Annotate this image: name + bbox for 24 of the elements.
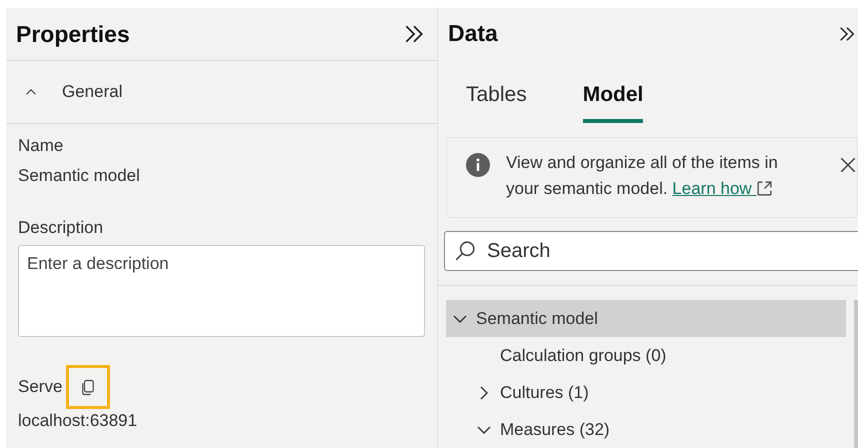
close-icon[interactable] (839, 156, 857, 174)
field-value: localhost:63891 (18, 411, 138, 431)
tab[interactable]: Tables (466, 79, 527, 124)
learn-how-link[interactable]: Learn how (672, 179, 774, 198)
copy-icon (81, 378, 96, 396)
tab[interactable]: Model (582, 79, 644, 124)
info-icon (466, 153, 490, 178)
field-label: Name (18, 136, 64, 156)
search-field[interactable]: Search (444, 231, 858, 271)
banner-text: View and organize all of the items in your semantic model. Learn how (506, 152, 779, 200)
panel-title: Data (448, 20, 498, 48)
external-link-icon (756, 180, 774, 198)
field-label: Serve (18, 377, 62, 397)
field-value: Semantic model (18, 166, 141, 186)
tree-item[interactable]: Measures (32) (446, 411, 846, 448)
search-icon (454, 240, 476, 262)
tree-item[interactable]: Cultures (1) (446, 374, 846, 411)
panel-title: Properties (16, 20, 130, 48)
section-header[interactable]: General (6, 61, 437, 124)
copy-button[interactable] (66, 365, 110, 409)
tree-item[interactable]: Calculation groups (0) (446, 337, 846, 374)
tree-item[interactable]: Semantic model (446, 300, 846, 337)
field-label: Description (18, 218, 104, 238)
description-field[interactable]: Enter a description (18, 245, 425, 337)
